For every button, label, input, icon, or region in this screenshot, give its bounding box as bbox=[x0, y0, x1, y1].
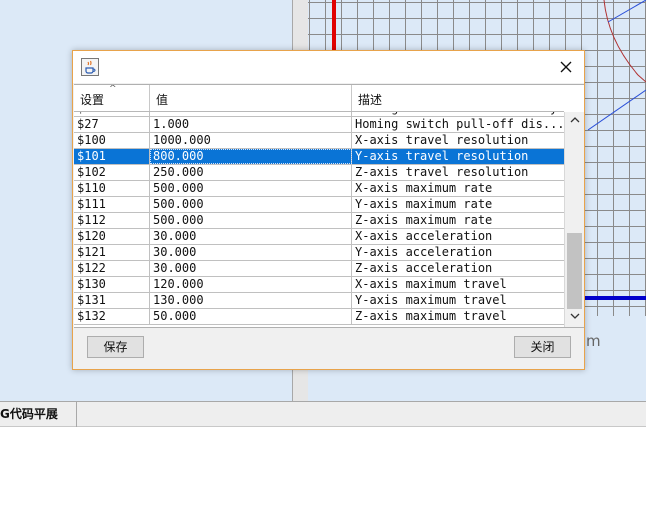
setting-cell[interactable]: $102 bbox=[74, 165, 150, 180]
value-cell[interactable]: 800.000 bbox=[150, 149, 352, 164]
scroll-down-icon[interactable] bbox=[565, 308, 584, 327]
table-row[interactable]: $110 500.000 X-axis maximum rate bbox=[74, 181, 564, 197]
setting-cell[interactable]: $120 bbox=[74, 229, 150, 244]
settings-dialog: 设置 ^ 值 描述 $26250Homing switch debounce d… bbox=[72, 50, 585, 370]
table-row[interactable]: $131 130.000 Y-axis maximum travel bbox=[74, 293, 564, 309]
table-row[interactable]: $112 500.000 Z-axis maximum rate bbox=[74, 213, 564, 229]
setting-cell[interactable]: $110 bbox=[74, 181, 150, 196]
close-icon[interactable] bbox=[548, 51, 584, 83]
save-button[interactable]: 保存 bbox=[87, 336, 144, 358]
description-cell[interactable]: Z-axis maximum travel bbox=[352, 309, 564, 324]
table-row[interactable]: $100 1000.000 X-axis travel resolution bbox=[74, 133, 564, 149]
value-cell[interactable]: 500.000 bbox=[150, 181, 352, 196]
value-cell[interactable]: 130.000 bbox=[150, 293, 352, 308]
vertical-scrollbar[interactable] bbox=[564, 112, 584, 327]
table-header: 设置 ^ 值 描述 bbox=[74, 85, 564, 112]
description-cell[interactable]: Y-axis maximum travel bbox=[352, 293, 564, 308]
java-cup-icon bbox=[81, 58, 99, 76]
dialog-titlebar[interactable] bbox=[73, 51, 584, 83]
description-cell[interactable]: Homing switch debounce delay bbox=[352, 112, 564, 116]
scroll-up-icon[interactable] bbox=[565, 112, 584, 132]
setting-cell[interactable]: $101 bbox=[74, 149, 150, 164]
value-cell[interactable]: 250.000 bbox=[150, 165, 352, 180]
setting-cell[interactable]: $132 bbox=[74, 309, 150, 324]
value-cell[interactable]: 250 bbox=[150, 112, 352, 116]
setting-cell[interactable]: $26 bbox=[74, 112, 150, 116]
setting-cell[interactable]: $27 bbox=[74, 117, 150, 132]
table-row[interactable]: $101 800.000 Y-axis travel resolution bbox=[74, 149, 564, 165]
table-row[interactable]: $132 50.000 Z-axis maximum travel bbox=[74, 309, 564, 325]
settings-table[interactable]: 设置 ^ 值 描述 $26250Homing switch debounce d… bbox=[74, 84, 584, 328]
column-header-description[interactable]: 描述 bbox=[352, 85, 564, 111]
description-cell[interactable]: Y-axis acceleration bbox=[352, 245, 564, 260]
table-row[interactable]: $122 30.000 Z-axis acceleration bbox=[74, 261, 564, 277]
description-cell[interactable]: X-axis acceleration bbox=[352, 229, 564, 244]
setting-cell[interactable]: $121 bbox=[74, 245, 150, 260]
value-cell[interactable]: 1.000 bbox=[150, 117, 352, 132]
setting-cell[interactable]: $112 bbox=[74, 213, 150, 228]
value-cell[interactable]: 30.000 bbox=[150, 261, 352, 276]
table-row[interactable]: $120 30.000 X-axis acceleration bbox=[74, 229, 564, 245]
value-cell[interactable]: 500.000 bbox=[150, 213, 352, 228]
description-cell[interactable]: X-axis maximum travel bbox=[352, 277, 564, 292]
setting-cell[interactable]: $122 bbox=[74, 261, 150, 276]
value-cell[interactable]: 1000.000 bbox=[150, 133, 352, 148]
value-cell[interactable]: 50.000 bbox=[150, 309, 352, 324]
table-row[interactable]: $121 30.000 Y-axis acceleration bbox=[74, 245, 564, 261]
setting-cell[interactable]: $131 bbox=[74, 293, 150, 308]
setting-cell[interactable]: $130 bbox=[74, 277, 150, 292]
table-row[interactable]: $102 250.000 Z-axis travel resolution bbox=[74, 165, 564, 181]
close-button[interactable]: 关闭 bbox=[514, 336, 571, 358]
sort-ascending-icon: ^ bbox=[109, 84, 117, 94]
description-cell[interactable]: Homing switch pull-off dis... bbox=[352, 117, 564, 132]
value-cell[interactable]: 500.000 bbox=[150, 197, 352, 212]
value-cell[interactable]: 30.000 bbox=[150, 229, 352, 244]
table-body: $26250Homing switch debounce delay$271.0… bbox=[74, 112, 564, 327]
value-cell[interactable]: 30.000 bbox=[150, 245, 352, 260]
description-cell[interactable]: X-axis travel resolution bbox=[352, 133, 564, 148]
bottom-tab-bar: G代码平展 bbox=[0, 401, 646, 427]
description-cell[interactable]: Z-axis acceleration bbox=[352, 261, 564, 276]
value-cell[interactable]: 120.000 bbox=[150, 277, 352, 292]
setting-cell[interactable]: $100 bbox=[74, 133, 150, 148]
table-row[interactable]: $130 120.000 X-axis maximum travel bbox=[74, 277, 564, 293]
description-cell[interactable]: Z-axis maximum rate bbox=[352, 213, 564, 228]
scrollbar-thumb[interactable] bbox=[567, 233, 582, 309]
description-cell[interactable]: Y-axis maximum rate bbox=[352, 197, 564, 212]
description-cell[interactable]: Z-axis travel resolution bbox=[352, 165, 564, 180]
column-header-value[interactable]: 值 bbox=[150, 85, 352, 111]
unit-label: m bbox=[586, 332, 601, 350]
table-row[interactable]: $27 1.000 Homing switch pull-off dis... bbox=[74, 117, 564, 133]
setting-cell[interactable]: $111 bbox=[74, 197, 150, 212]
description-cell[interactable]: Y-axis travel resolution bbox=[352, 149, 564, 164]
column-header-setting[interactable]: 设置 ^ bbox=[74, 85, 150, 111]
description-cell[interactable]: X-axis maximum rate bbox=[352, 181, 564, 196]
tab-gcode-flatten[interactable]: G代码平展 bbox=[0, 402, 77, 427]
table-row[interactable]: $111 500.000 Y-axis maximum rate bbox=[74, 197, 564, 213]
